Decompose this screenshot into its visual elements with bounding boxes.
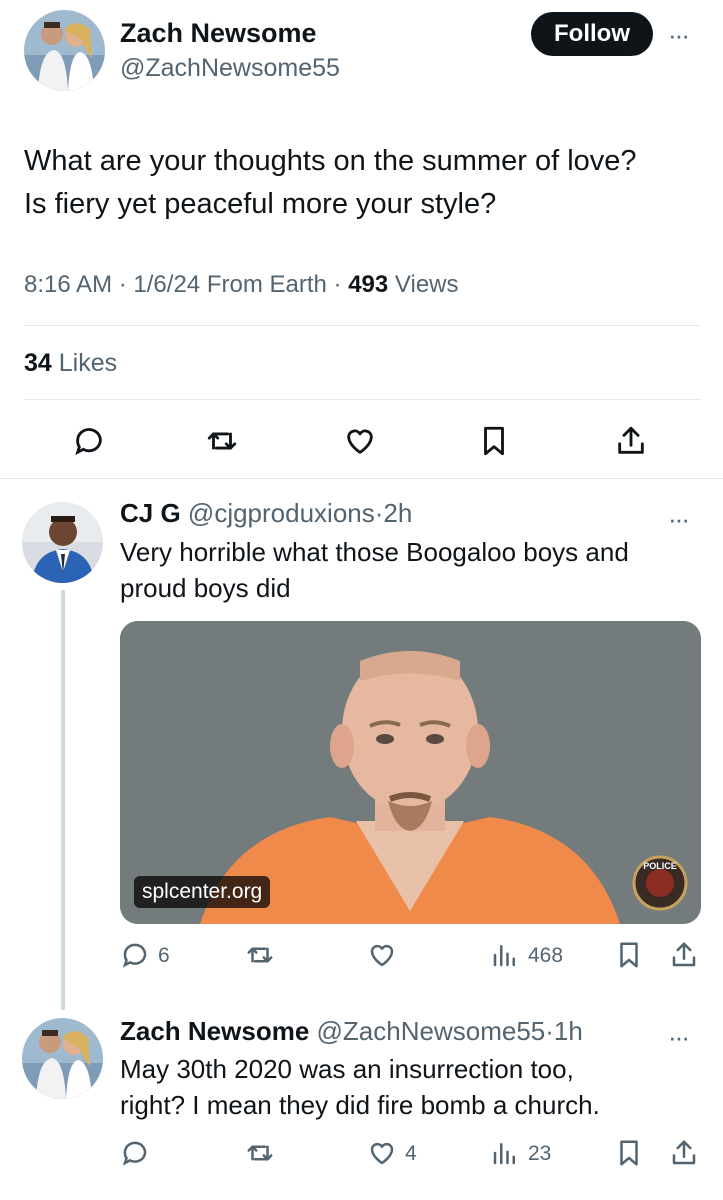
author-avatar[interactable]	[24, 10, 105, 91]
retweet-icon[interactable]	[205, 424, 239, 458]
reply-avatar[interactable]	[22, 1018, 103, 1099]
police-seal-text: POLICE	[643, 861, 677, 871]
meta-separator: ·	[545, 1016, 554, 1046]
more-options-icon[interactable]: ···	[668, 22, 690, 48]
tweet-text-line: What are your thoughts on the summer of …	[24, 145, 637, 177]
reply-icon[interactable]	[120, 1138, 150, 1168]
likes-label: Likes	[58, 349, 118, 377]
retweet-icon[interactable]	[245, 940, 275, 970]
reply-text: May 30th 2020 was an insurrection too, r…	[120, 1051, 600, 1123]
likes-summary[interactable]: 34 Likes	[24, 349, 117, 378]
media-image[interactable]: POLICE splcenter.org	[120, 621, 701, 924]
meta-separator: ·	[118, 271, 127, 298]
likes-count: 34	[24, 349, 52, 377]
reply-text-line: Very horrible what those Boogaloo boys a…	[120, 537, 629, 567]
meta-separator: ·	[333, 271, 342, 298]
thread-line	[61, 590, 65, 1010]
bookmark-icon[interactable]	[614, 1138, 644, 1168]
reply-author-handle[interactable]: @cjgproduxions	[188, 498, 375, 528]
tweet-date[interactable]: 1/6/24	[133, 271, 200, 298]
reply-header: Zach Newsome @ZachNewsome55·1h	[120, 1016, 583, 1047]
views-count: 493	[348, 271, 389, 298]
reply-text-line: May 30th 2020 was an insurrection too,	[120, 1054, 574, 1084]
reply-icon[interactable]	[120, 940, 150, 970]
like-count: 4	[405, 1142, 417, 1165]
media-source-label[interactable]: splcenter.org	[134, 876, 271, 908]
follow-button[interactable]: Follow	[531, 12, 653, 56]
like-icon[interactable]	[367, 1138, 397, 1168]
more-options-icon[interactable]: ···	[668, 506, 690, 532]
divider	[24, 325, 701, 326]
view-count: 23	[528, 1142, 552, 1165]
share-icon[interactable]	[614, 424, 648, 458]
tweet-time[interactable]: 8:16 AM	[24, 271, 112, 298]
tweet-metadata: 8:16 AM · 1/6/24 From Earth · 493 Views	[24, 271, 459, 299]
reply-author-name[interactable]: Zach Newsome	[120, 1016, 309, 1046]
views-icon[interactable]	[490, 940, 520, 970]
reply-text-line: right? I mean they did fire bomb a churc…	[120, 1090, 600, 1120]
retweet-icon[interactable]	[245, 1138, 275, 1168]
divider	[24, 399, 701, 400]
reply-author-handle[interactable]: @ZachNewsome55	[317, 1016, 546, 1046]
views-label: Views	[394, 271, 459, 298]
reply-time[interactable]: 1h	[554, 1016, 583, 1046]
bookmark-icon[interactable]	[614, 940, 644, 970]
bookmark-icon[interactable]	[477, 424, 511, 458]
author-handle[interactable]: @ZachNewsome55	[120, 54, 340, 83]
reply-text-line: proud boys did	[120, 573, 291, 603]
reply-count: 6	[158, 944, 170, 967]
reply-avatar[interactable]	[22, 502, 103, 583]
divider	[0, 478, 723, 479]
tweet-text-line: Is fiery yet peaceful more your style?	[24, 188, 497, 220]
views-icon[interactable]	[490, 1138, 520, 1168]
author-name[interactable]: Zach Newsome	[120, 18, 317, 49]
tweet-text: What are your thoughts on the summer of …	[24, 140, 714, 226]
reply-header: CJ G @cjgproduxions·2h	[120, 498, 412, 529]
more-options-icon[interactable]: ···	[668, 1024, 690, 1050]
reply-time[interactable]: 2h	[383, 498, 412, 528]
share-icon[interactable]	[669, 940, 699, 970]
tweet-source: From Earth	[206, 271, 327, 298]
view-count: 468	[528, 944, 564, 967]
reply-text: Very horrible what those Boogaloo boys a…	[120, 534, 629, 606]
like-icon[interactable]	[367, 940, 397, 970]
share-icon[interactable]	[669, 1138, 699, 1168]
reply-author-name[interactable]: CJ G	[120, 498, 181, 528]
like-icon[interactable]	[343, 424, 377, 458]
reply-icon[interactable]	[72, 424, 106, 458]
